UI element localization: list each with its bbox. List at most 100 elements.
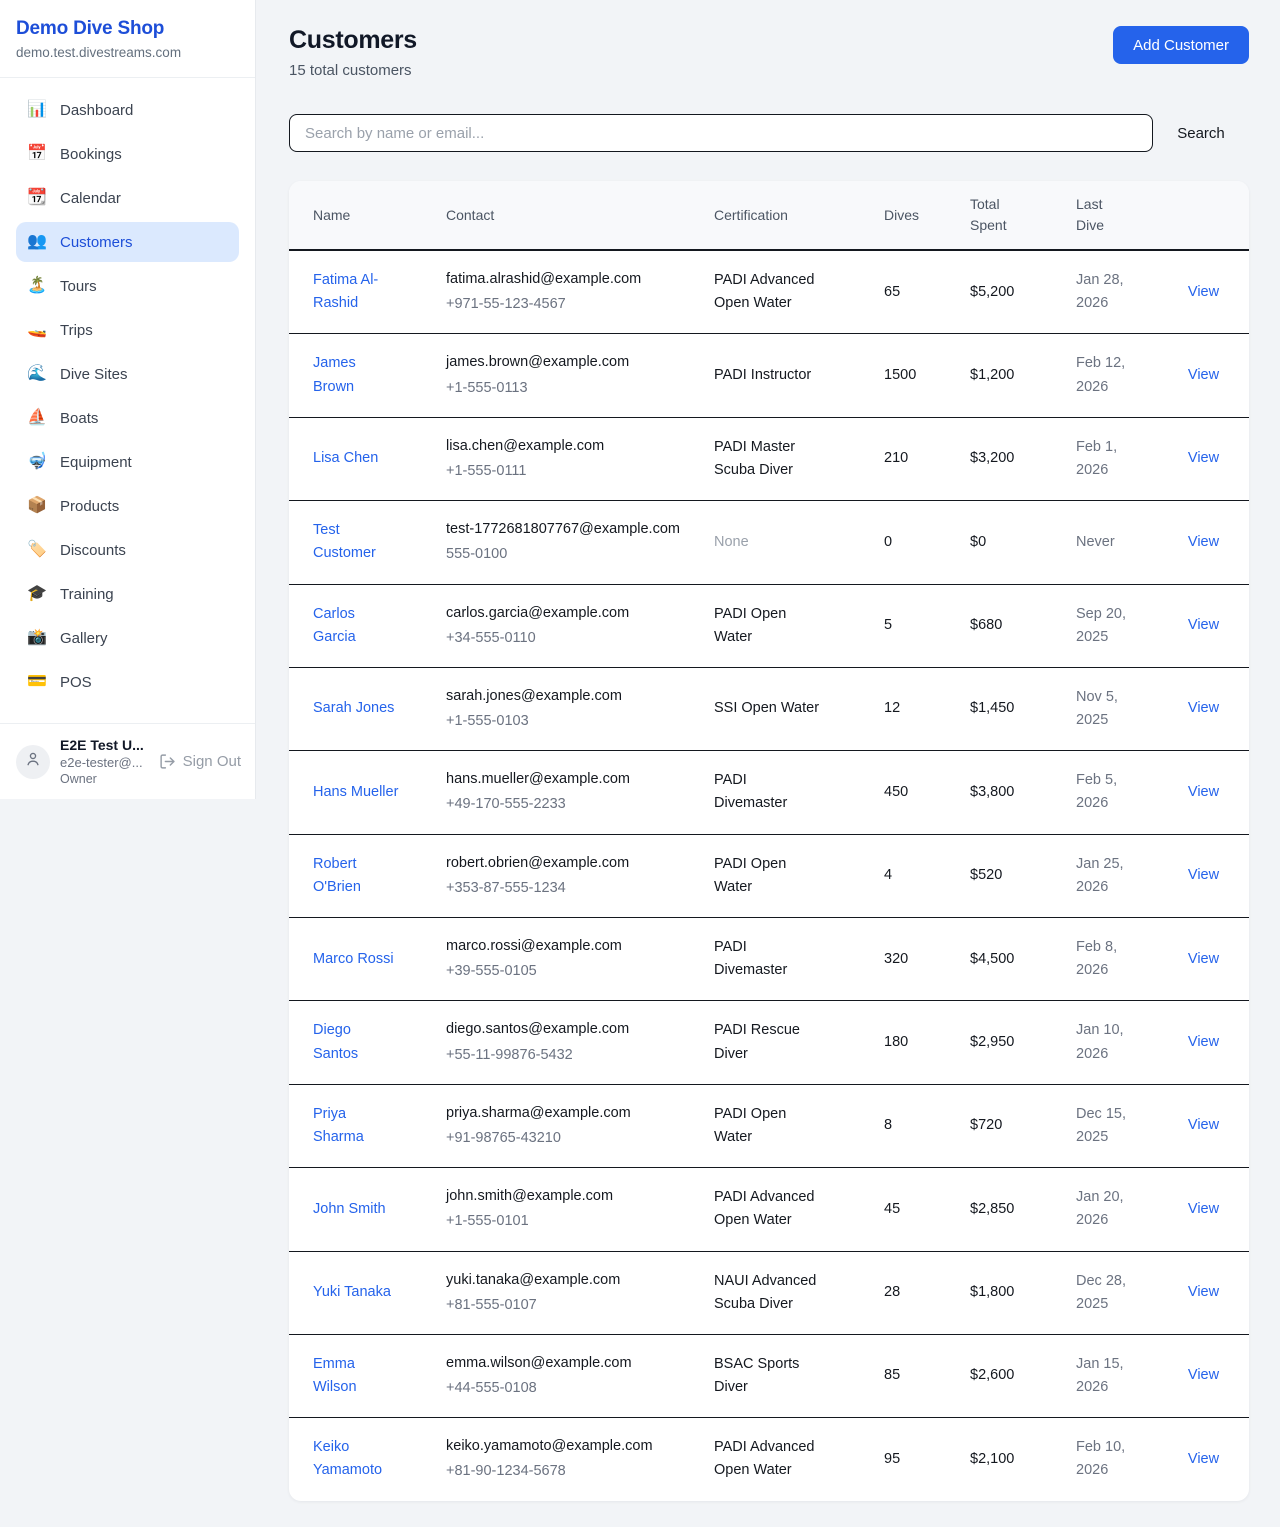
column-header-actions [1158, 181, 1249, 250]
sidebar-item-tours[interactable]: 🏝️ Tours [16, 266, 239, 306]
view-customer-link[interactable]: View [1188, 1284, 1219, 1300]
customer-name-link[interactable]: Hans Mueller [313, 784, 398, 800]
sidebar-item-training[interactable]: 🎓 Training [16, 574, 239, 614]
equipment-icon: 🤿 [27, 454, 47, 470]
customer-email: sarah.jones@example.com [446, 685, 690, 708]
customer-name-link[interactable]: Robert O'Brien [313, 856, 361, 895]
customer-name-link[interactable]: Test Customer [313, 522, 376, 561]
customer-name-link[interactable]: Yuki Tanaka [313, 1284, 391, 1300]
customer-email: fatima.alrashid@example.com [446, 268, 690, 291]
sidebar-item-calendar[interactable]: 📆 Calendar [16, 178, 239, 218]
sidebar: Demo Dive Shop demo.test.divestreams.com… [0, 0, 256, 799]
customer-dives: 320 [872, 918, 958, 1001]
customer-dives: 210 [872, 417, 958, 500]
view-customer-link[interactable]: View [1188, 1117, 1219, 1133]
customer-name-link[interactable]: John Smith [313, 1201, 386, 1217]
customer-phone: +34-555-0110 [446, 627, 690, 650]
customer-email: carlos.garcia@example.com [446, 602, 690, 625]
customer-email: yuki.tanaka@example.com [446, 1269, 690, 1292]
view-customer-link[interactable]: View [1188, 367, 1219, 383]
view-customer-link[interactable]: View [1188, 700, 1219, 716]
view-customer-link[interactable]: View [1188, 1367, 1219, 1383]
customers-icon: 👥 [27, 234, 47, 250]
customer-last-dive: Nov 5, 2025 [1064, 667, 1158, 750]
view-customer-link[interactable]: View [1188, 1201, 1219, 1217]
customer-dives: 1500 [872, 334, 958, 417]
sidebar-item-label: Dashboard [60, 102, 133, 119]
sidebar-item-bookings[interactable]: 📅 Bookings [16, 134, 239, 174]
table-row: Lisa Chen lisa.chen@example.com +1-555-0… [289, 417, 1249, 500]
customer-total-spent: $2,850 [958, 1168, 1064, 1251]
customer-name-link[interactable]: Lisa Chen [313, 450, 378, 466]
customer-name-link[interactable]: Priya Sharma [313, 1106, 364, 1145]
table-row: John Smith john.smith@example.com +1-555… [289, 1168, 1249, 1251]
table-row: Fatima Al-Rashid fatima.alrashid@example… [289, 250, 1249, 334]
search-bar: Search [289, 114, 1249, 152]
sidebar-item-pos[interactable]: 💳 POS [16, 662, 239, 702]
view-customer-link[interactable]: View [1188, 1034, 1219, 1050]
view-customer-link[interactable]: View [1188, 534, 1219, 550]
customer-name-link[interactable]: Fatima Al-Rashid [313, 272, 378, 311]
add-customer-button[interactable]: Add Customer [1113, 26, 1249, 64]
table-row: Emma Wilson emma.wilson@example.com +44-… [289, 1334, 1249, 1417]
column-header-dives: Dives [872, 181, 958, 250]
customer-phone: +1-555-0103 [446, 710, 690, 733]
discounts-icon: 🏷️ [27, 542, 47, 558]
view-customer-link[interactable]: View [1188, 450, 1219, 466]
customer-total-spent: $2,950 [958, 1001, 1064, 1084]
customer-phone: +81-90-1234-5678 [446, 1460, 690, 1483]
customer-certification: PADI Open Water [702, 1084, 872, 1167]
view-customer-link[interactable]: View [1188, 1451, 1219, 1467]
sidebar-item-equipment[interactable]: 🤿 Equipment [16, 442, 239, 482]
calendar-icon: 📆 [27, 190, 47, 206]
sidebar-item-boats[interactable]: ⛵ Boats [16, 398, 239, 438]
customer-certification: None [702, 501, 872, 584]
customer-certification: BSAC Sports Diver [702, 1334, 872, 1417]
sidebar-item-trips[interactable]: 🚤 Trips [16, 310, 239, 350]
customer-phone: +1-555-0111 [446, 460, 690, 483]
table-row: James Brown james.brown@example.com +1-5… [289, 334, 1249, 417]
sign-out-button[interactable]: Sign Out [159, 753, 241, 770]
customer-name-link[interactable]: Emma Wilson [313, 1356, 357, 1395]
customer-email: diego.santos@example.com [446, 1018, 690, 1041]
customer-name-link[interactable]: James Brown [313, 355, 356, 394]
customer-total-spent: $0 [958, 501, 1064, 584]
table-row: Keiko Yamamoto keiko.yamamoto@example.co… [289, 1418, 1249, 1501]
customer-phone: 555-0100 [446, 543, 690, 566]
customer-name-link[interactable]: Diego Santos [313, 1022, 358, 1061]
customer-dives: 180 [872, 1001, 958, 1084]
sidebar-item-customers[interactable]: 👥 Customers [16, 222, 239, 262]
table-row: Priya Sharma priya.sharma@example.com +9… [289, 1084, 1249, 1167]
customer-email: marco.rossi@example.com [446, 935, 690, 958]
search-button[interactable]: Search [1153, 125, 1249, 142]
customer-total-spent: $680 [958, 584, 1064, 667]
customer-last-dive: Feb 5, 2026 [1064, 751, 1158, 834]
shop-domain: demo.test.divestreams.com [16, 45, 235, 60]
customer-phone: +81-555-0107 [446, 1294, 690, 1317]
customer-total-spent: $5,200 [958, 250, 1064, 334]
sidebar-item-dashboard[interactable]: 📊 Dashboard [16, 90, 239, 130]
customer-name-link[interactable]: Keiko Yamamoto [313, 1439, 382, 1478]
customer-certification: PADI Master Scuba Diver [702, 417, 872, 500]
customer-total-spent: $3,800 [958, 751, 1064, 834]
table-header: Name Contact Certification Dives Total S… [289, 181, 1249, 250]
view-customer-link[interactable]: View [1188, 867, 1219, 883]
customer-name-link[interactable]: Carlos Garcia [313, 606, 356, 645]
customer-phone: +39-555-0105 [446, 960, 690, 983]
sidebar-item-products[interactable]: 📦 Products [16, 486, 239, 526]
sidebar-item-gallery[interactable]: 📸 Gallery [16, 618, 239, 658]
search-input[interactable] [289, 114, 1153, 152]
trips-icon: 🚤 [27, 322, 47, 338]
view-customer-link[interactable]: View [1188, 951, 1219, 967]
sidebar-item-dive-sites[interactable]: 🌊 Dive Sites [16, 354, 239, 394]
customer-name-link[interactable]: Sarah Jones [313, 700, 394, 716]
customers-table-card: Name Contact Certification Dives Total S… [289, 181, 1249, 1501]
view-customer-link[interactable]: View [1188, 284, 1219, 300]
sidebar-item-discounts[interactable]: 🏷️ Discounts [16, 530, 239, 570]
customer-dives: 4 [872, 834, 958, 917]
column-header-total-spent: Total Spent [958, 181, 1064, 250]
view-customer-link[interactable]: View [1188, 784, 1219, 800]
gallery-icon: 📸 [27, 630, 47, 646]
view-customer-link[interactable]: View [1188, 617, 1219, 633]
customer-name-link[interactable]: Marco Rossi [313, 951, 394, 967]
